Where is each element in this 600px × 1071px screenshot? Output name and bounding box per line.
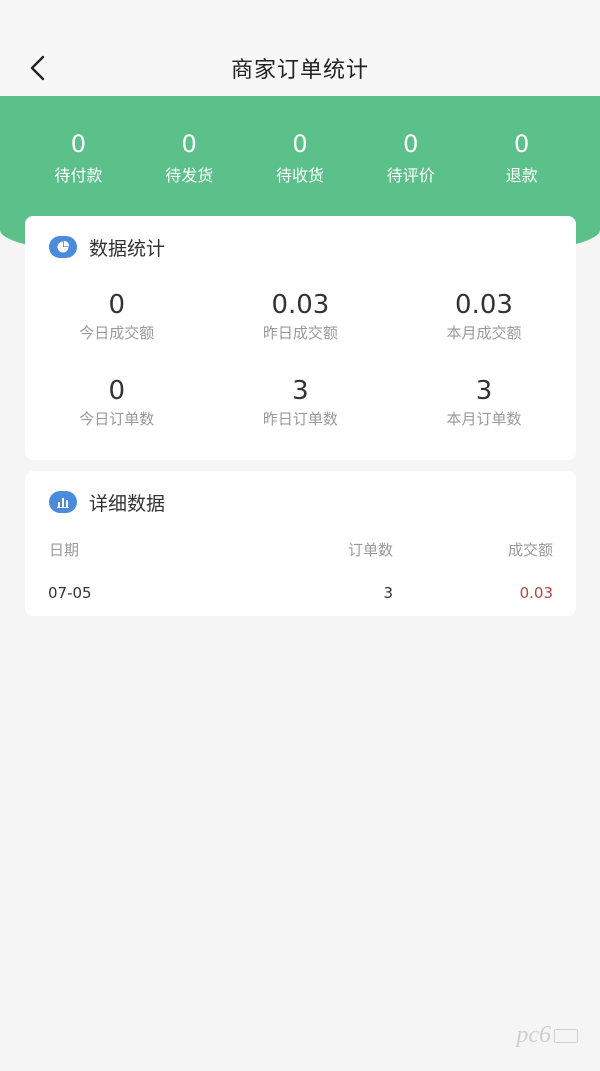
column-header-orders: 订单数 bbox=[347, 541, 393, 559]
column-header-amount: 成交额 bbox=[507, 541, 553, 559]
page-title: 商家订单统计 bbox=[230, 58, 369, 83]
card-header: 数据统计 bbox=[49, 232, 165, 262]
table-header: 日期 订单数 成交额 bbox=[49, 539, 553, 563]
stats-grid: 0 今日成交额 0.03 昨日成交额 0.03 本月成交额 0 今日订单数 3 … bbox=[25, 288, 576, 460]
data-stats-card: 数据统计 0 今日成交额 0.03 昨日成交额 0.03 本月成交额 0 今日订… bbox=[25, 216, 576, 460]
stat-value: 0.03 bbox=[271, 290, 330, 320]
stat-value: 0 bbox=[108, 376, 126, 406]
status-label: 待收货 bbox=[275, 166, 324, 185]
status-tab-pending-receipt[interactable]: 0 待收货 bbox=[245, 128, 356, 192]
stat-today-amount: 0 今日成交额 bbox=[25, 288, 209, 374]
stat-month-amount: 0.03 本月成交额 bbox=[392, 288, 576, 374]
stat-yesterday-orders: 3 昨日订单数 bbox=[209, 374, 393, 460]
card-title: 详细数据 bbox=[89, 492, 166, 515]
row-orders: 3 bbox=[383, 584, 393, 602]
stat-label: 今日订单数 bbox=[79, 410, 155, 428]
stats-row-amount: 0 今日成交额 0.03 昨日成交额 0.03 本月成交额 bbox=[25, 288, 576, 374]
status-label: 待评价 bbox=[386, 166, 435, 185]
order-status-tabs: 0 待付款 0 待发货 0 待收货 0 待评价 0 退款 bbox=[23, 128, 577, 192]
stat-value: 0 bbox=[108, 290, 126, 320]
stat-value: 0.03 bbox=[455, 290, 513, 320]
watermark-logo: pc6 bbox=[516, 1022, 578, 1049]
status-count: 0 bbox=[292, 130, 308, 158]
status-count: 0 bbox=[181, 130, 197, 158]
pie-chart-icon bbox=[49, 236, 77, 258]
stat-month-orders: 3 本月订单数 bbox=[392, 374, 576, 460]
status-tab-refund[interactable]: 0 退款 bbox=[466, 128, 577, 192]
stat-value: 3 bbox=[292, 376, 309, 406]
row-date: 07-05 bbox=[48, 584, 92, 602]
status-tab-pending-shipment[interactable]: 0 待发货 bbox=[134, 128, 245, 192]
stats-row-orders: 0 今日订单数 3 昨日订单数 3 本月订单数 bbox=[25, 374, 576, 460]
card-header: 详细数据 bbox=[49, 487, 165, 517]
status-label: 退款 bbox=[505, 166, 538, 185]
detail-data-card: 详细数据 日期 订单数 成交额 07-05 3 0.03 bbox=[25, 471, 576, 616]
top-bar: 商家订单统计 bbox=[0, 0, 600, 96]
status-tab-pending-payment[interactable]: 0 待付款 bbox=[23, 128, 134, 192]
stat-label: 本月成交额 bbox=[446, 324, 522, 342]
table-row: 07-05 3 0.03 bbox=[48, 584, 553, 608]
row-amount: 0.03 bbox=[519, 584, 553, 602]
stat-label: 昨日成交额 bbox=[262, 324, 338, 342]
status-count: 0 bbox=[70, 130, 87, 158]
status-count: 0 bbox=[403, 130, 419, 158]
bar-chart-icon bbox=[49, 491, 77, 513]
stat-label: 今日成交额 bbox=[79, 324, 155, 342]
stat-label: 本月订单数 bbox=[446, 410, 522, 428]
card-title: 数据统计 bbox=[89, 237, 166, 260]
stat-yesterday-amount: 0.03 昨日成交额 bbox=[209, 288, 393, 374]
stat-today-orders: 0 今日订单数 bbox=[25, 374, 209, 460]
status-count: 0 bbox=[513, 130, 530, 158]
status-tab-pending-review[interactable]: 0 待评价 bbox=[355, 128, 466, 192]
status-label: 待发货 bbox=[165, 166, 214, 185]
status-label: 待付款 bbox=[54, 166, 103, 185]
column-header-date: 日期 bbox=[49, 541, 80, 559]
stat-label: 昨日订单数 bbox=[262, 410, 338, 428]
stat-value: 3 bbox=[475, 376, 493, 406]
